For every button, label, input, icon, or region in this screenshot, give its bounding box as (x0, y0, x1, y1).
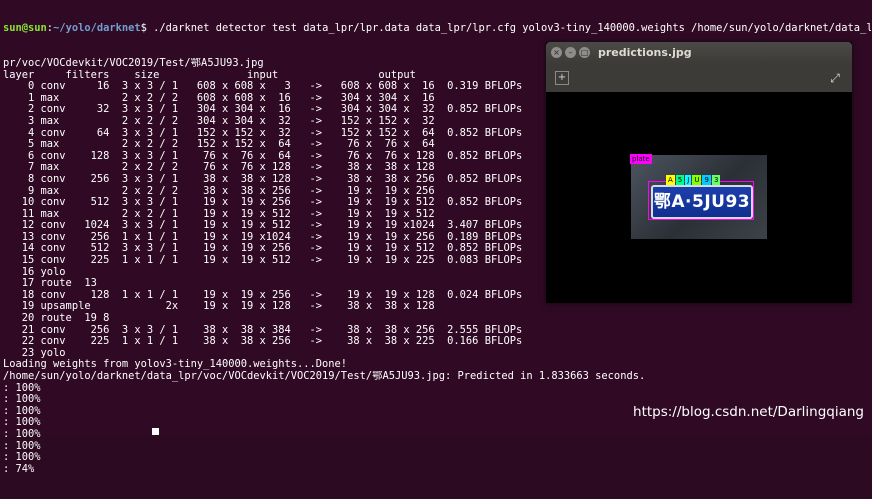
char-label: U (692, 175, 702, 185)
prompt-user: sun@sun (3, 23, 47, 35)
terminal-line: /home/sun/yolo/darknet/data_lpr/voc/VOCd… (3, 371, 646, 382)
plate-bounding-box (648, 181, 754, 220)
char-label: A (666, 175, 675, 185)
terminal-line: 21 conv 256 3 x 3 / 1 38 x 38 x 384 -> 3… (3, 324, 523, 336)
command-line: sun@sun:~/yolo/darknet$ ./darknet detect… (3, 23, 871, 35)
prompt-path: ~/yolo/darknet (53, 23, 141, 35)
prediction-image: 鄂A·5JU93 (631, 155, 767, 239)
viewer-titlebar[interactable]: × – □ predictions.jpg (546, 42, 852, 64)
viewer-toolbar: + ⤢ (546, 64, 852, 92)
window-title: predictions.jpg (598, 46, 692, 59)
watermark: https://blog.csdn.net/Darlingqiang (633, 404, 864, 420)
terminal-line: : 100% (3, 452, 41, 464)
terminal-line: 23 yolo (3, 347, 66, 359)
text-cursor (152, 428, 159, 435)
terminal-line: : 100% (3, 382, 41, 394)
plate-label: plate (630, 154, 652, 164)
char-label: 5 (675, 175, 685, 185)
fullscreen-icon[interactable]: ⤢ (827, 70, 843, 86)
terminal-line: 19 upsample 2x 19 x 19 x 128 -> 38 x 38 … (3, 301, 435, 313)
command-text: $ ./darknet detector test data_lpr/lpr.d… (140, 23, 871, 35)
maximize-button[interactable]: □ (579, 47, 590, 58)
char-label: 9 (702, 175, 711, 185)
char-labels: A5JU93 (666, 175, 721, 185)
terminal-line: 20 route 19 8 (3, 313, 110, 325)
terminal-line: : 100% (3, 440, 41, 452)
char-label: 3 (711, 175, 721, 185)
close-button[interactable]: × (551, 47, 562, 58)
terminal-line: : 74% (3, 463, 35, 475)
terminal-line: 22 conv 225 1 x 1 / 1 38 x 38 x 256 -> 3… (3, 336, 523, 348)
image-viewer-window[interactable]: × – □ predictions.jpg + ⤢ 鄂A·5JU93 plate… (546, 42, 852, 303)
terminal-line: Loading weights from yolov3-tiny_140000.… (3, 359, 348, 371)
zoom-in-icon[interactable]: + (555, 71, 569, 85)
minimize-button[interactable]: – (565, 47, 576, 58)
char-label: J (685, 175, 692, 185)
